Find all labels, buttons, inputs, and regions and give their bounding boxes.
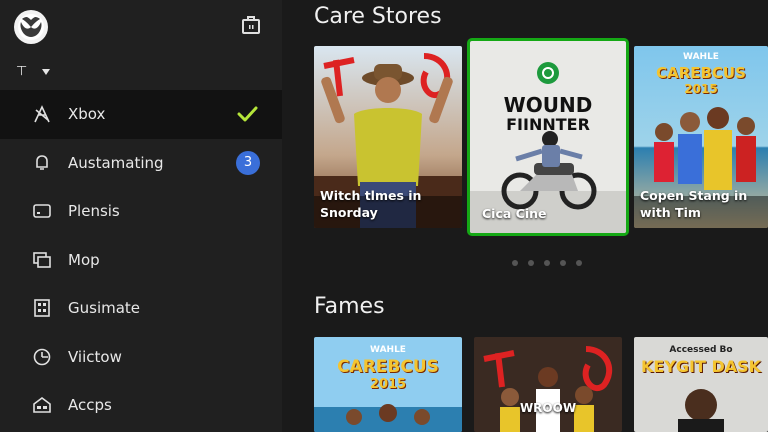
section-title-care-stores: Care Stores — [314, 4, 442, 29]
poster-title-line-2: CAREBCUS — [656, 64, 746, 82]
card-caption: Witch tlmes in Snorday — [320, 188, 422, 221]
game-card[interactable]: WROOW — [474, 337, 622, 432]
sidebar: ⊤ Xbox Austamating 3 Plensis Mop Gusimat… — [0, 0, 282, 432]
motorcycle-poster-art — [470, 41, 626, 233]
section-title-fames: Fames — [314, 294, 385, 319]
game-card[interactable]: WAHLE CAREBCUS 2015 Copen Stang in with … — [634, 46, 768, 228]
poster-title-line-1: Accessed Bo — [669, 345, 733, 355]
game-card[interactable]: Accessed Bo KEYGIT DASK — [634, 337, 768, 432]
poster-title-line-2: KEYGIT DASK — [640, 357, 762, 376]
notification-bell-icon — [32, 153, 52, 173]
sidebar-item-gusimate[interactable]: Gusimate — [0, 284, 282, 333]
grid-building-icon — [32, 298, 52, 318]
store-icon[interactable] — [240, 14, 262, 36]
page-dot[interactable] — [512, 260, 518, 266]
apps-icon — [32, 395, 52, 415]
sidebar-item-austamating[interactable]: Austamating 3 — [0, 139, 282, 188]
sidebar-item-label: Plensis — [68, 202, 120, 221]
page-dot[interactable] — [528, 260, 534, 266]
sidebar-nav: Xbox Austamating 3 Plensis Mop Gusimate … — [0, 90, 282, 430]
notification-count-badge: 3 — [236, 150, 260, 175]
poster-title-line-1: WAHLE — [370, 345, 406, 355]
sidebar-item-accps[interactable]: Accps — [0, 381, 282, 430]
card-caption: Copen Stang in with Tim — [640, 188, 748, 221]
sidebar-item-plensis[interactable]: Plensis — [0, 187, 282, 236]
xbox-app: ⊤ Xbox Austamating 3 Plensis Mop Gusimat… — [0, 0, 768, 432]
game-card[interactable]: WAHLE CAREBCUS 2015 — [314, 337, 462, 432]
poster-title-line-1: WAHLE — [683, 52, 719, 62]
card-caption: Cica Cine — [482, 206, 547, 222]
sidebar-item-label: Gusimate — [68, 299, 141, 318]
poster-title-line-1: WOUND — [503, 93, 593, 117]
sidebar-item-label: Accps — [68, 396, 112, 415]
sidebar-item-viictow[interactable]: Viictow — [0, 333, 282, 382]
poster-title-line-3: 2015 — [684, 82, 718, 96]
sidebar-item-label: Mop — [68, 250, 100, 269]
page-dot[interactable] — [560, 260, 566, 266]
checkmark-icon — [236, 103, 258, 125]
game-card-focused[interactable]: WOUND FIINNTER Cica Cine — [467, 38, 629, 236]
profile-glyph: ⊤ — [16, 64, 28, 79]
xbox-home-icon — [32, 104, 52, 124]
xbox-logo-icon[interactable] — [14, 10, 48, 44]
main-content: Care Stores Witch tlmes in Snorday WOUND… — [282, 0, 768, 432]
poster-title-line-1: WROOW — [519, 401, 577, 415]
carousel-page-dots — [512, 260, 582, 266]
sidebar-item-mop[interactable]: Mop — [0, 236, 282, 285]
poster-title-line-3: 2015 — [369, 377, 407, 392]
page-dot[interactable] — [544, 260, 550, 266]
sidebar-item-label: Austamating — [68, 153, 164, 172]
sidebar-item-label: Viictow — [68, 347, 122, 366]
game-card[interactable]: Witch tlmes in Snorday — [314, 46, 462, 228]
profile-switcher[interactable]: ⊤ — [16, 64, 51, 79]
poster-title-line-2: FIINNTER — [506, 115, 590, 134]
sidebar-item-label: Xbox — [68, 105, 106, 124]
poster-title-line-2: CAREBCUS — [337, 357, 439, 377]
gallery-icon — [32, 250, 52, 270]
clock-icon — [32, 347, 52, 367]
crowd-poster-art — [474, 337, 622, 432]
page-dot[interactable] — [576, 260, 582, 266]
chevron-down-icon — [42, 68, 51, 75]
tv-icon — [32, 201, 52, 221]
sidebar-item-xbox[interactable]: Xbox — [0, 90, 282, 139]
